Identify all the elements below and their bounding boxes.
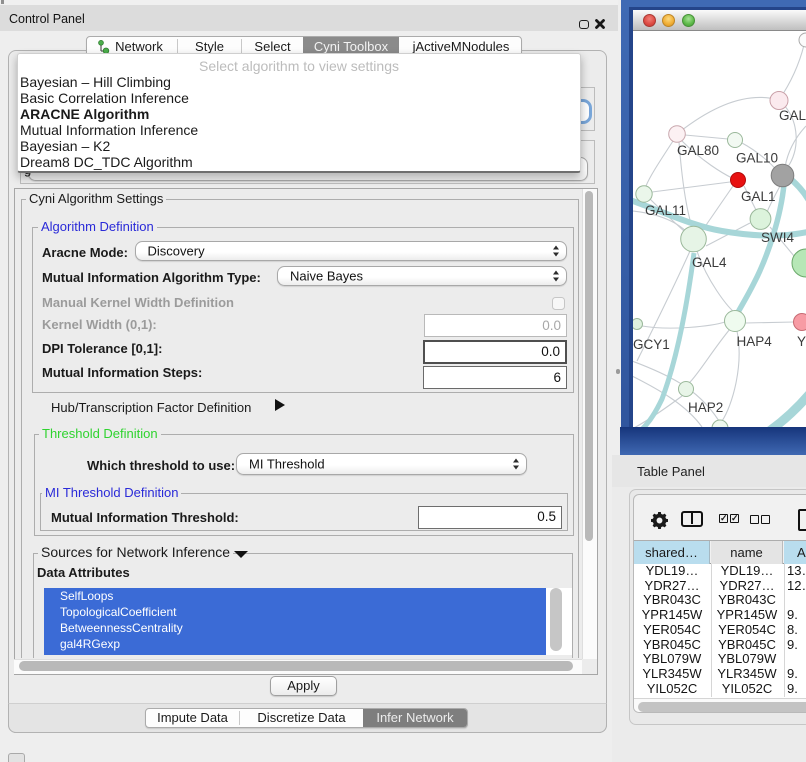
- svg-text:GAL1: GAL1: [741, 189, 776, 204]
- svg-text:HAP4: HAP4: [737, 334, 773, 349]
- svg-text:GAL7: GAL7: [779, 108, 806, 123]
- svg-text:GAL4: GAL4: [692, 255, 727, 270]
- svg-text:GCY1: GCY1: [633, 337, 670, 352]
- svg-text:SWI4: SWI4: [761, 230, 794, 245]
- svg-text:GAL11: GAL11: [645, 203, 686, 218]
- svg-text:Y: Y: [797, 334, 806, 349]
- svg-text:GAL80: GAL80: [677, 143, 719, 158]
- svg-text:HAP2: HAP2: [688, 400, 723, 415]
- svg-text:GAL10: GAL10: [736, 151, 778, 166]
